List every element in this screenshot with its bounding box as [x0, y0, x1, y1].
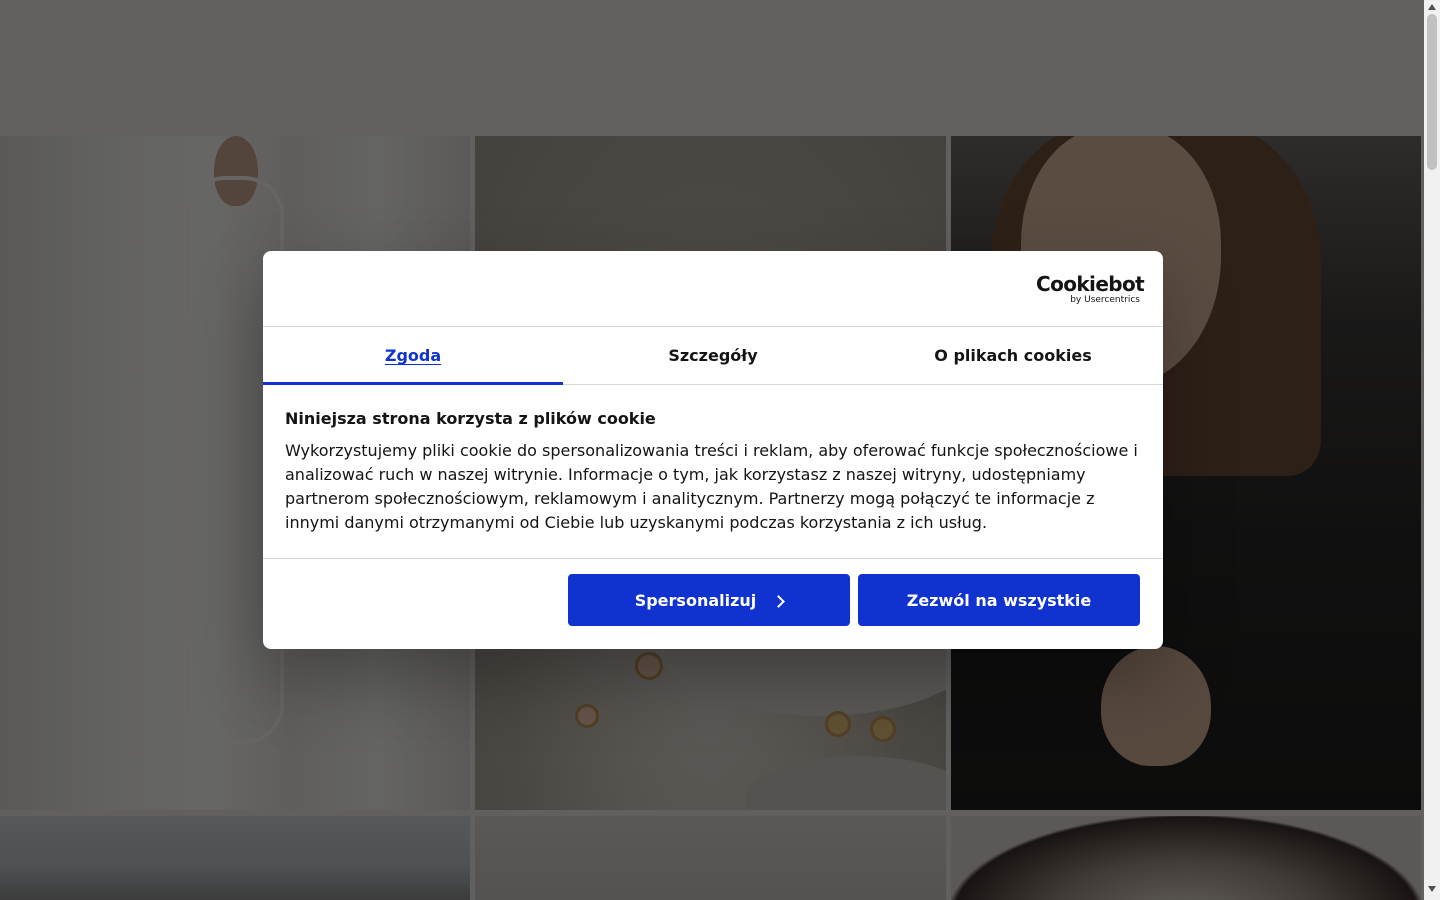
cookie-consent-dialog: Cookiebot by Usercentrics Zgoda Szczegół… — [263, 251, 1163, 649]
dialog-title: Niniejsza strona korzysta z plików cooki… — [285, 409, 656, 428]
cookiebot-logo[interactable]: Cookiebot by Usercentrics — [1036, 272, 1145, 305]
page-scrollbar[interactable] — [1424, 0, 1440, 900]
allow-all-button[interactable]: Zezwól na wszystkie — [858, 574, 1140, 626]
chevron-right-icon — [772, 594, 786, 608]
logo-byline: by Usercentrics — [1070, 295, 1140, 305]
allow-all-button-label: Zezwól na wszystkie — [906, 590, 1092, 610]
tab-zgoda[interactable]: Zgoda — [263, 327, 563, 385]
dialog-body: Niniejsza strona korzysta z plików cooki… — [285, 409, 1145, 535]
customize-button[interactable]: Spersonalizuj — [568, 574, 850, 626]
dialog-tabs: Zgoda Szczegóły O plikach cookies — [263, 327, 1163, 385]
logo-name: Cookiebot — [1036, 272, 1145, 296]
scrollbar-thumb[interactable] — [1427, 14, 1437, 170]
scroll-up-arrow-icon[interactable] — [1428, 4, 1436, 10]
dialog-footer: Spersonalizuj Zezwól na wszystkie — [263, 558, 1163, 649]
tab-szczegoly[interactable]: Szczegóły — [563, 327, 863, 384]
dialog-description: Wykorzystujemy pliki cookie do spersonal… — [285, 441, 1138, 532]
tab-o-plikach-cookies[interactable]: O plikach cookies — [863, 327, 1163, 384]
dialog-header: Cookiebot by Usercentrics — [263, 251, 1163, 327]
tab-label: Zgoda — [384, 346, 442, 365]
tab-label: Szczegóły — [668, 346, 758, 365]
customize-button-label: Spersonalizuj — [634, 590, 757, 610]
tab-label: O plikach cookies — [934, 346, 1092, 365]
scroll-down-arrow-icon[interactable] — [1428, 886, 1436, 892]
